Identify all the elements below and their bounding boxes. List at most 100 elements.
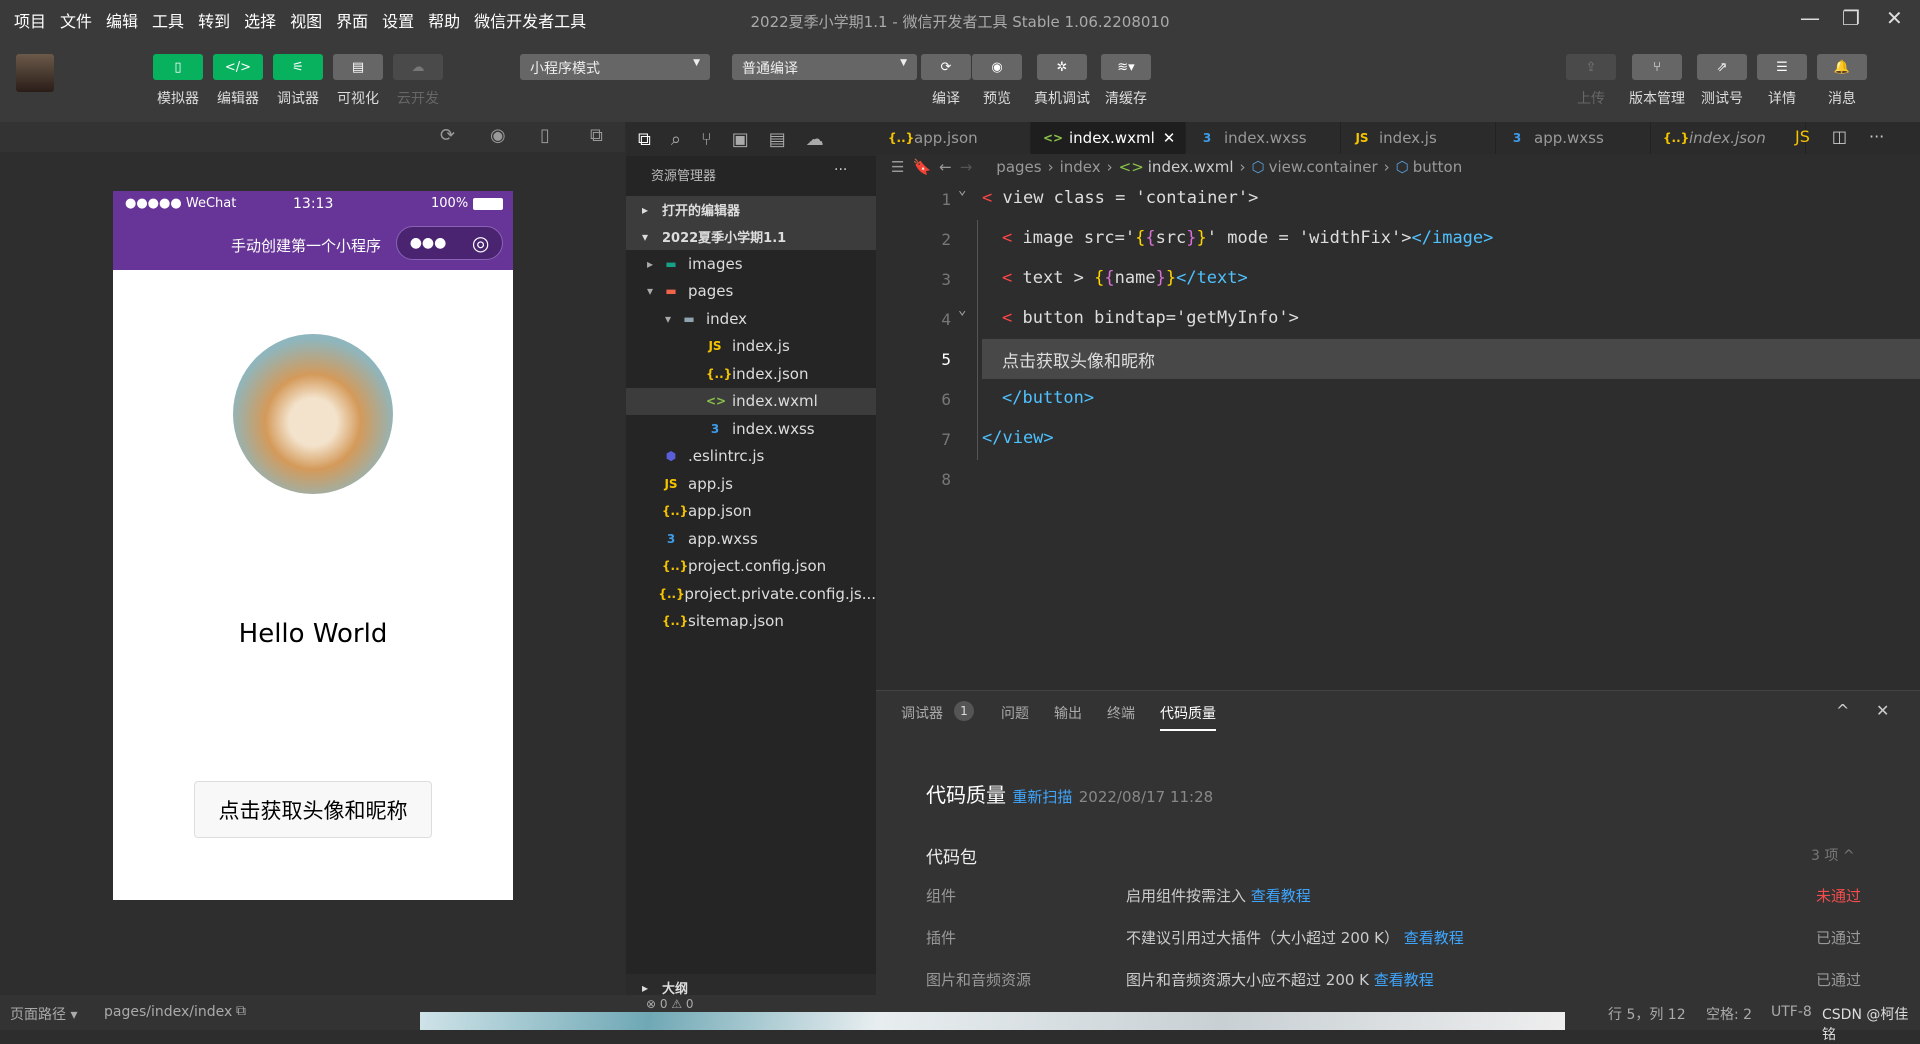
tree-item[interactable]: JS index.js	[626, 333, 876, 360]
tree-item[interactable]: ▾ ▬ pages	[626, 278, 876, 305]
forward-icon[interactable]: →	[960, 158, 973, 176]
tree-item[interactable]: 3 index.wxss	[626, 415, 876, 442]
breadcrumb-item[interactable]: button	[1413, 158, 1462, 176]
close-panel-icon[interactable]: ✕	[1876, 701, 1889, 720]
bookmark-icon[interactable]: 🔖	[912, 158, 931, 176]
breadcrumb-item[interactable]: view.container	[1269, 158, 1378, 176]
mode-select[interactable]: 小程序模式 ▼	[520, 54, 710, 80]
files-icon[interactable]: ⧉	[638, 129, 651, 150]
tree-item[interactable]: JS app.js	[626, 470, 876, 497]
breadcrumb-item[interactable]: index	[1060, 158, 1101, 176]
chevron-down-icon: ▼	[693, 58, 700, 68]
code-editor[interactable]: 1 2 3 4 5 6 7 8 ⌄ ⌄ < view class = 'container'>…	[876, 180, 1920, 690]
panel-tab[interactable]: 终端	[1107, 703, 1135, 723]
menu-item[interactable]: 界面	[336, 8, 368, 32]
search-icon[interactable]: ⌕	[671, 129, 681, 150]
stop-icon[interactable]: ◉	[490, 125, 506, 146]
group-count[interactable]: 3 项 ^	[1811, 845, 1855, 865]
more-icon[interactable]: ●●●	[410, 235, 447, 251]
breadcrumb-item[interactable]: index.wxml	[1148, 158, 1234, 176]
menu-item[interactable]: 工具	[152, 8, 184, 32]
真机调试-button[interactable]: ✲	[1037, 54, 1087, 80]
预览-button[interactable]: ◉	[972, 54, 1022, 80]
list-icon[interactable]: ☰	[891, 158, 904, 176]
breadcrumb-item[interactable]: pages	[996, 158, 1041, 176]
menu-item[interactable]: 帮助	[428, 8, 460, 32]
测试号-button[interactable]: ⇗	[1697, 54, 1747, 80]
tab-index.wxml[interactable]: <> index.wxml ✕	[1031, 122, 1186, 154]
close-tab-icon[interactable]: ✕	[1163, 129, 1176, 147]
layout-icon[interactable]: ▤	[769, 129, 786, 150]
tree-item[interactable]: {..} index.json	[626, 360, 876, 387]
版本管理-button[interactable]: ⑂	[1632, 54, 1682, 80]
tab-app.wxss[interactable]: 3 app.wxss	[1496, 122, 1651, 154]
copy-icon[interactable]: ⧉	[236, 1003, 246, 1019]
tab-index.json[interactable]: {..} index.json	[1651, 122, 1806, 154]
调试器-button[interactable]: ⚟	[273, 54, 323, 80]
panel-tab[interactable]: 问题	[1001, 703, 1029, 723]
panel-tab[interactable]: 输出	[1054, 703, 1082, 723]
device-icon[interactable]: ▯	[540, 125, 550, 146]
tree-item[interactable]: {..} sitemap.json	[626, 608, 876, 635]
编辑器-button[interactable]: </>	[213, 54, 263, 80]
menu-item[interactable]: 设置	[382, 8, 414, 32]
tree-item[interactable]: ▾ ▬ index	[626, 305, 876, 332]
上传-button[interactable]: ⇪	[1566, 54, 1616, 80]
back-icon[interactable]: ←	[939, 158, 952, 176]
消息-button[interactable]: 🔔	[1817, 54, 1867, 80]
get-info-button[interactable]: 点击获取头像和昵称	[194, 781, 432, 838]
source-control-icon[interactable]: ⑂	[701, 129, 712, 150]
capsule-menu[interactable]: ●●● ◎	[396, 226, 503, 260]
tab-index.wxss[interactable]: 3 index.wxss	[1186, 122, 1341, 154]
menu-item[interactable]: 编辑	[106, 8, 138, 32]
close-window-button[interactable]: ✕	[1886, 6, 1903, 30]
menu-item[interactable]: 视图	[290, 8, 322, 32]
tutorial-link[interactable]: 查看教程	[1374, 971, 1434, 989]
page-path-select[interactable]: 页面路径 ▾	[10, 1004, 77, 1024]
模拟器-button[interactable]: ▯	[153, 54, 203, 80]
编译-button[interactable]: ⟳	[921, 54, 971, 80]
json-file-icon: {..}	[658, 586, 685, 601]
split-editor-icon[interactable]: ◫	[1832, 127, 1847, 146]
menu-item[interactable]: 转到	[198, 8, 230, 32]
project-section[interactable]: ▾ 2022夏季小学期1.1	[626, 223, 876, 250]
more-icon[interactable]: ···	[1869, 127, 1884, 146]
panel-tab[interactable]: 代码质量	[1160, 703, 1216, 731]
menu-item[interactable]: 选择	[244, 8, 276, 32]
tree-item[interactable]: {..} project.config.json	[626, 553, 876, 580]
js-icon[interactable]: JS	[1795, 127, 1810, 146]
tree-item[interactable]: ⬢ .eslintrc.js	[626, 443, 876, 470]
open-editors-section[interactable]: ▸ 打开的编辑器	[626, 196, 876, 223]
minimize-button[interactable]: —	[1800, 6, 1820, 30]
compile-select[interactable]: 普通编译 ▼	[732, 54, 917, 80]
extensions-icon[interactable]: ▣	[732, 129, 749, 150]
maximize-panel-icon[interactable]: ^	[1836, 701, 1849, 720]
maximize-button[interactable]: ❐	[1842, 6, 1860, 30]
menu-item[interactable]: 项目	[14, 8, 46, 32]
window-icon[interactable]: ⧉	[590, 125, 603, 146]
详情-button[interactable]: ☰	[1757, 54, 1807, 80]
avatar[interactable]	[16, 54, 54, 92]
fold-icon[interactable]: ⌄	[958, 302, 966, 318]
tree-item[interactable]: <> index.wxml	[626, 387, 876, 415]
tutorial-link[interactable]: 查看教程	[1251, 887, 1311, 905]
tab-index.js[interactable]: JS index.js	[1341, 122, 1496, 154]
可视化-button[interactable]: ▤	[333, 54, 383, 80]
menu-item[interactable]: 微信开发者工具	[474, 8, 586, 32]
清缓存-button[interactable]: ≋▾	[1101, 54, 1151, 80]
more-options-icon[interactable]: ···	[834, 162, 847, 178]
menu-item[interactable]: 文件	[60, 8, 92, 32]
fold-icon[interactable]: ⌄	[958, 182, 966, 198]
tab-app.json[interactable]: {..} app.json	[876, 122, 1031, 154]
tree-item[interactable]: ▸ ▬ images	[626, 250, 876, 277]
docker-icon[interactable]: ☁	[806, 129, 824, 150]
tree-item[interactable]: {..} project.private.config.js...	[626, 580, 876, 607]
close-miniprogram-icon[interactable]: ◎	[472, 231, 489, 255]
rotate-icon[interactable]: ⟳	[440, 125, 455, 146]
rescan-link[interactable]: 重新扫描	[1012, 788, 1072, 806]
tree-item[interactable]: 3 app.wxss	[626, 525, 876, 552]
tutorial-link[interactable]: 查看教程	[1404, 929, 1464, 947]
tree-item[interactable]: {..} app.json	[626, 498, 876, 525]
云开发-button[interactable]: ☁	[393, 54, 443, 80]
panel-tab[interactable]: 调试器	[901, 703, 943, 723]
